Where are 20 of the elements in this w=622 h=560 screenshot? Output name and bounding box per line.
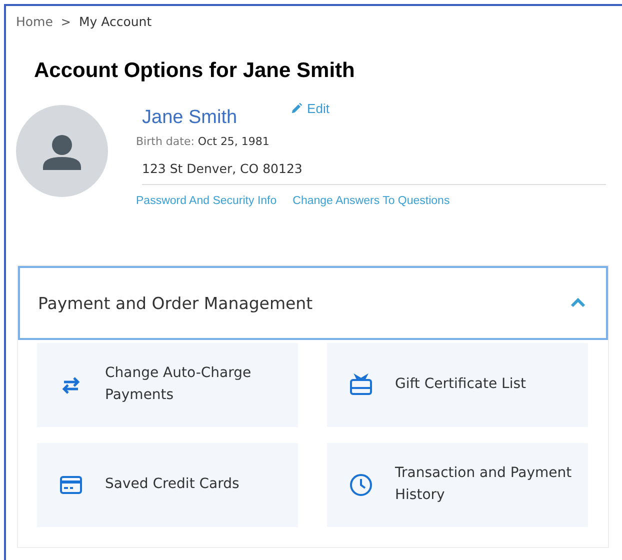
birth-date: Oct 25, 1981	[198, 135, 270, 148]
section-title: Payment and Order Management	[38, 294, 313, 312]
birth-date-label: Birth date:	[136, 135, 194, 148]
breadcrumb-separator: >	[60, 14, 71, 28]
option-tile[interactable]: Change Auto-Charge Payments	[37, 343, 298, 427]
option-tile[interactable]: Saved Credit Cards	[37, 443, 298, 527]
accordion-header[interactable]: Payment and Order Management	[18, 266, 608, 340]
option-tile[interactable]: Transaction and Payment History	[327, 443, 588, 527]
address: 123 St Denver, CO 80123	[142, 161, 606, 185]
breadcrumb-link[interactable]: My Account	[78, 14, 152, 29]
clock-icon	[349, 473, 373, 497]
chevron-up-icon	[570, 298, 586, 308]
option-tile[interactable]: Gift Certificate List	[327, 343, 588, 427]
credit-card-icon	[59, 473, 83, 497]
gift-card-icon	[349, 373, 373, 397]
page-title: Account Options for Jane Smith	[34, 59, 356, 83]
user-name: Jane Smith	[142, 107, 238, 129]
pencil-icon	[291, 103, 302, 114]
avatar-icon	[16, 105, 108, 197]
breadcrumb-link[interactable]: Home	[16, 14, 53, 29]
